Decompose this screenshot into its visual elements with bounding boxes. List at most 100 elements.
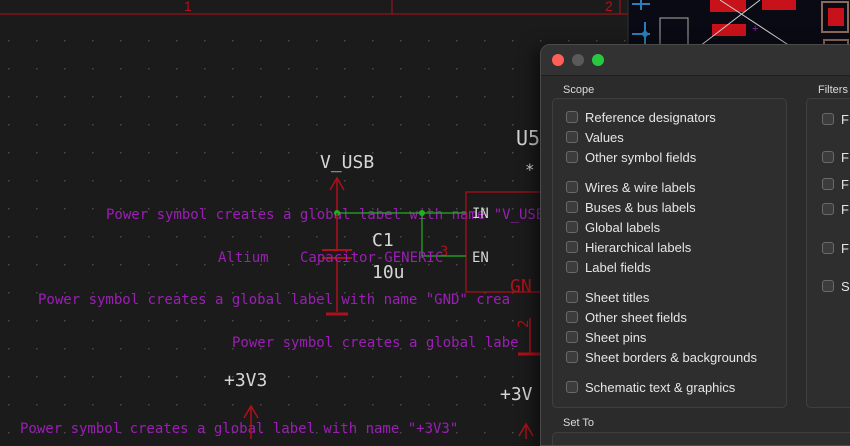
scope-option-schematic-text-graphics[interactable]: Schematic text & graphics [566,378,735,396]
grid-dot [428,96,430,98]
checkbox[interactable] [822,203,834,215]
checkbox[interactable] [566,151,578,163]
u5-asterisk: * [525,160,535,179]
checkbox[interactable] [566,311,578,323]
grid-dot [344,180,346,182]
grid-dot [372,404,374,406]
grid-dot [204,404,206,406]
filter-option[interactable]: F [822,148,849,166]
grid-dot [64,264,66,266]
grid-dot [428,124,430,126]
checkbox[interactable] [566,331,578,343]
checkbox[interactable] [566,221,578,233]
grid-dot [120,180,122,182]
dialog-titlebar[interactable] [541,45,850,76]
minimize-window-button[interactable] [572,54,584,66]
filter-option[interactable]: F [822,110,849,128]
grid-dot [8,208,10,210]
close-window-button[interactable] [552,54,564,66]
scope-option-sheet-titles[interactable]: Sheet titles [566,288,649,306]
grid-dot [176,320,178,322]
checkbox[interactable] [566,201,578,213]
grid-dot [484,152,486,154]
pcb-preview[interactable]: + [627,0,850,49]
grid-dot [36,124,38,126]
3v3-label-right: +3V [500,384,533,405]
checkbox-label: Hierarchical labels [585,239,692,255]
grid-dot [64,348,66,350]
grid-dot [64,68,66,70]
maximize-window-button[interactable] [592,54,604,66]
grid-dot [372,40,374,42]
edit-text-graphics-dialog[interactable]: Scope Filters Reference designators Value… [540,44,850,446]
grid-dot [36,320,38,322]
checkbox[interactable] [822,280,834,292]
grid-dot [176,68,178,70]
scope-option-sheet-borders-backgrounds[interactable]: Sheet borders & backgrounds [566,348,757,366]
grid-dot [288,236,290,238]
checkbox[interactable] [566,241,578,253]
checkbox[interactable] [566,131,578,143]
checkbox-label: Schematic text & graphics [585,379,736,395]
grid-dot [148,40,150,42]
grid-dot [260,96,262,98]
checkbox[interactable] [822,113,834,125]
scope-option-values[interactable]: Values [566,128,624,146]
grid-dot [316,152,318,154]
grid-dot [512,180,514,182]
checkbox[interactable] [566,381,578,393]
grid-dot [344,376,346,378]
grid-dot [484,376,486,378]
scope-option-wires-wire-labels[interactable]: Wires & wire labels [566,178,696,196]
checkbox[interactable] [566,351,578,363]
grid-dot [344,124,346,126]
grid-dot [372,320,374,322]
grid-dot [92,404,94,406]
grid-dot [232,180,234,182]
grid-dot [288,376,290,378]
checkbox-label: Wires & wire labels [585,179,696,195]
scope-option-sheet-pins[interactable]: Sheet pins [566,328,646,346]
grid-dot [176,180,178,182]
filter-option[interactable]: S [822,277,850,295]
grid-dot [204,40,206,42]
grid-dot [92,348,94,350]
grid-dot [64,180,66,182]
grid-dot [92,208,94,210]
checkbox[interactable] [566,111,578,123]
grid-dot [204,152,206,154]
checkbox[interactable] [566,291,578,303]
checkbox[interactable] [822,178,834,190]
grid-dot [400,124,402,126]
grid-dot [316,376,318,378]
scope-option-other-sheet-fields[interactable]: Other sheet fields [566,308,687,326]
checkbox[interactable] [566,261,578,273]
checkbox[interactable] [822,242,834,254]
checkbox[interactable] [566,181,578,193]
scope-option-reference-designators[interactable]: Reference designators [566,108,716,126]
filter-option[interactable]: F [822,200,849,218]
grid-dot [148,404,150,406]
grid-dot [36,348,38,350]
scope-option-hierarchical-labels[interactable]: Hierarchical labels [566,238,691,256]
checkbox[interactable] [822,151,834,163]
grid-dot [204,236,206,238]
u5-pin-in: IN [472,206,489,222]
grid-dot [8,68,10,70]
scope-option-buses-bus-labels[interactable]: Buses & bus labels [566,198,696,216]
grid-dot [176,264,178,266]
grid-dot [8,180,10,182]
filter-option[interactable]: F [822,239,849,257]
scope-option-label-fields[interactable]: Label fields [566,258,651,276]
filter-option[interactable]: F [822,175,849,193]
grid-dot [400,96,402,98]
scope-option-other-symbol-fields[interactable]: Other symbol fields [566,148,696,166]
grid-dot [512,96,514,98]
grid-dot [400,68,402,70]
grid-dot [120,68,122,70]
scope-option-global-labels[interactable]: Global labels [566,218,660,236]
grid-dot [8,152,10,154]
checkbox-label: S [841,278,850,294]
checkbox-label: F [841,176,849,192]
grid-dot [316,96,318,98]
